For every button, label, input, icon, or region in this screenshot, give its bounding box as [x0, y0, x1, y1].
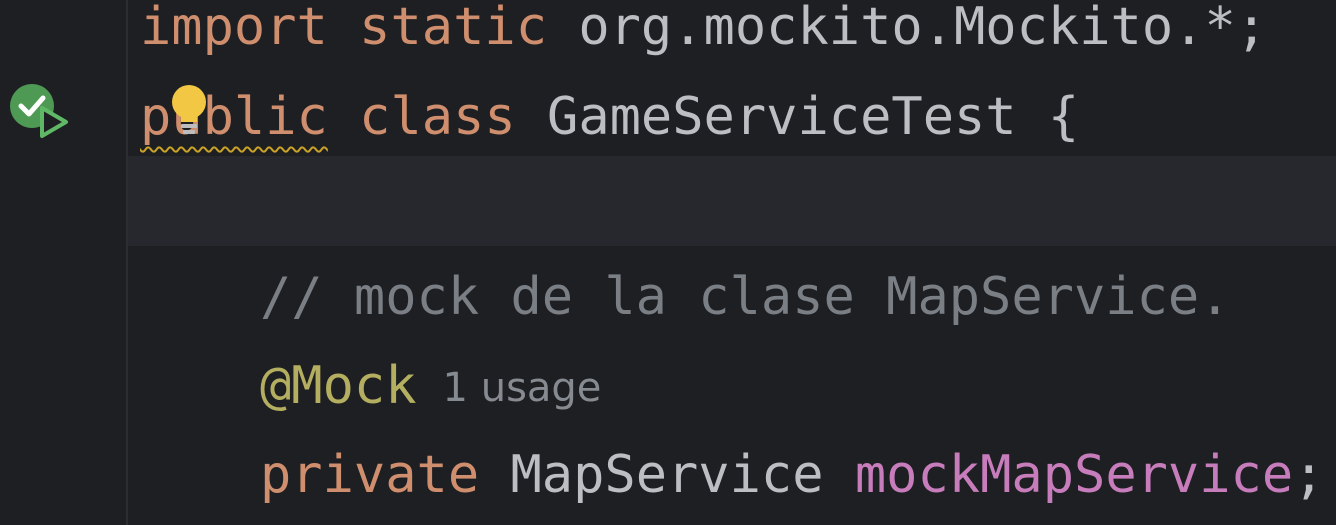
run-test-passed-icon[interactable] — [8, 82, 72, 142]
keyword-private: private — [260, 445, 480, 505]
code-comment: // mock de la clase MapService. — [260, 267, 1231, 327]
code-line-4[interactable]: // mock de la clase MapService. — [260, 252, 1231, 342]
usage-inlay-hint[interactable]: 1 usage — [443, 365, 602, 411]
keyword-static: static — [359, 0, 547, 57]
type-name: MapService — [510, 445, 824, 505]
code-line-5[interactable]: @Mock 1 usage — [260, 341, 601, 431]
code-editor[interactable]: import static org.mockito.Mockito.*; pub… — [0, 0, 1336, 525]
current-line-highlight — [0, 156, 1336, 246]
class-declaration: GameServiceTest { — [547, 87, 1080, 147]
keyword-class: class — [359, 87, 516, 147]
annotation-mock: @Mock — [260, 356, 417, 416]
code-line-2[interactable]: public class GameServiceTest { — [140, 72, 1079, 162]
import-path: org.mockito.Mockito.*; — [578, 0, 1268, 57]
semicolon: ; — [1293, 445, 1325, 505]
code-line-6[interactable]: private MapService mockMapService; — [260, 430, 1324, 520]
code-line-1[interactable]: import static org.mockito.Mockito.*; — [140, 0, 1267, 72]
field-name: mockMapService — [854, 445, 1294, 505]
editor-gutter — [0, 0, 128, 525]
keyword-import: import — [140, 0, 328, 57]
lightbulb-icon[interactable] — [168, 84, 210, 138]
